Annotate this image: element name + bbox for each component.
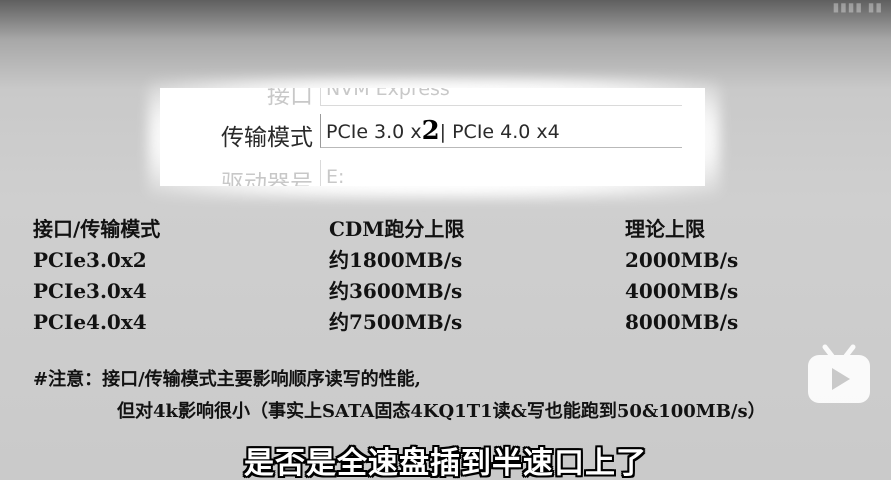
note-block: #注意：接口/传输模式主要影响顺序读写的性能, 但对4k影响很小（事实上SATA… [33, 364, 883, 428]
video-subtitle: 是否是全速盘插到半速口上了 [244, 446, 647, 480]
cell-theory-limit: 8000MB/s [625, 310, 739, 334]
transfer-mode-label: 传输模式 [221, 125, 313, 151]
speed-table: 接口/传输模式 CDM跑分上限 理论上限 PCIe3.0x2 约1800MB/s… [33, 214, 793, 338]
note-line-1: #注意：接口/传输模式主要影响顺序读写的性能, [33, 369, 421, 390]
header-theory-limit: 理论上限 [625, 217, 705, 241]
table-row: PCIe3.0x2 约1800MB/s 2000MB/s [33, 245, 793, 276]
transfer-mode-value-post: | PCIe 4.0 x4 [439, 121, 560, 143]
header-cdm-limit: CDM跑分上限 [329, 217, 465, 241]
drive-letter-field: E: [320, 160, 682, 186]
cell-interface-mode: PCIe3.0x2 [33, 248, 147, 272]
interface-label: 接口 [267, 88, 313, 109]
watermark-top-right: ▮▮▮▮ ▮▮ [832, 0, 883, 14]
transfer-mode-row: 传输模式 PCIe 3.0 x2| PCIe 4.0 x4 [160, 114, 705, 151]
bilibili-tv-icon [808, 344, 870, 403]
transfer-mode-field: PCIe 3.0 x2| PCIe 4.0 x4 [320, 114, 682, 148]
header-interface-mode: 接口/传输模式 [33, 217, 161, 241]
table-row: PCIe3.0x4 约3600MB/s 4000MB/s [33, 276, 793, 307]
cell-theory-limit: 4000MB/s [625, 279, 739, 303]
drive-letter-label: 驱动器号 [221, 171, 313, 186]
cell-cdm-limit: 约1800MB/s [329, 248, 463, 272]
interface-field: NVM Express [320, 88, 682, 106]
transfer-mode-value-pre: PCIe 3.0 x [326, 121, 422, 143]
cell-cdm-limit: 约3600MB/s [329, 279, 463, 303]
video-frame: { "zoom_panel": { "rows": [ {"label": "接… [0, 0, 891, 480]
table-header-row: 接口/传输模式 CDM跑分上限 理论上限 [33, 214, 793, 245]
table-row: PCIe4.0x4 约7500MB/s 8000MB/s [33, 307, 793, 338]
cell-cdm-limit: 约7500MB/s [329, 310, 463, 334]
cell-interface-mode: PCIe4.0x4 [33, 310, 147, 334]
drive-letter-row: 驱动器号 E: [160, 160, 705, 186]
note-line-2: 但对4k影响很小（事实上SATA固态4KQ1T1读&写也能跑到50&100MB/… [117, 401, 766, 422]
cell-interface-mode: PCIe3.0x4 [33, 279, 147, 303]
transfer-mode-value-emph: 2 [421, 116, 440, 146]
properties-zoom-panel: 接口 NVM Express 传输模式 PCIe 3.0 x2| PCIe 4.… [160, 88, 705, 186]
cell-theory-limit: 2000MB/s [625, 248, 739, 272]
interface-row: 接口 NVM Express [160, 88, 705, 109]
